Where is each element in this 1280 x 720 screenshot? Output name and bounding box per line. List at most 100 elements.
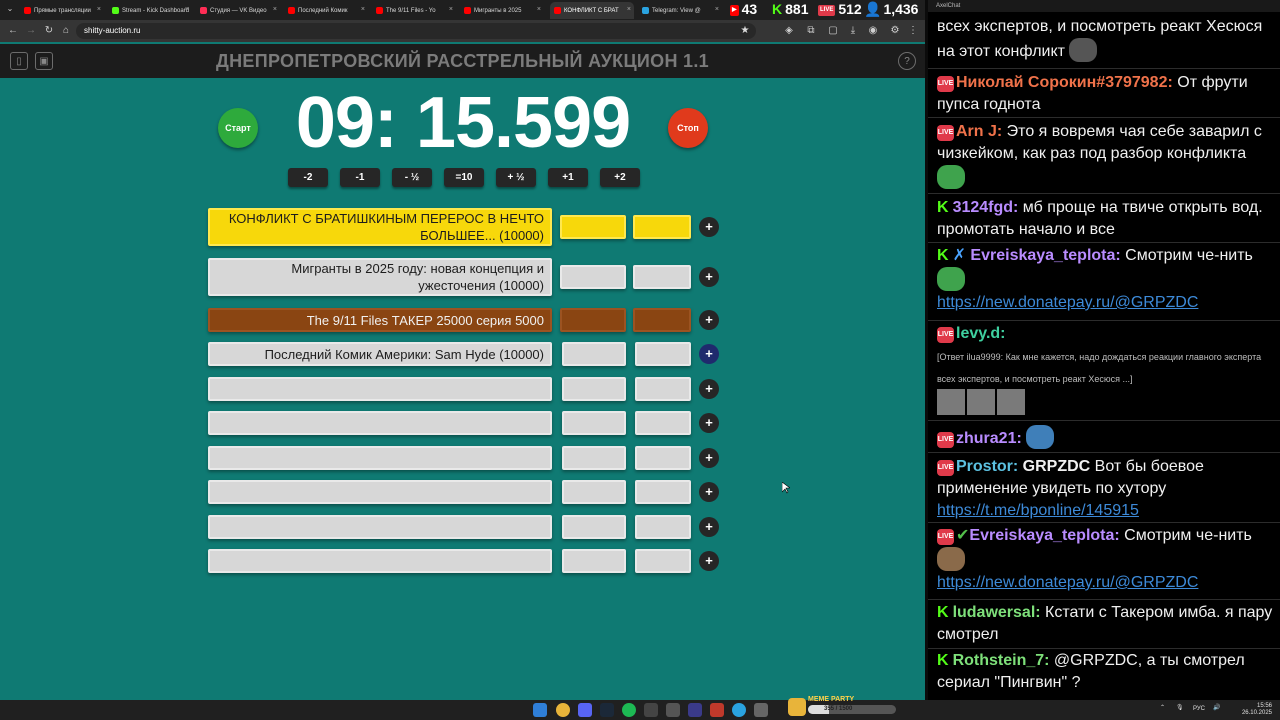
app-icon[interactable] xyxy=(754,703,768,717)
lot-amount-field[interactable] xyxy=(562,515,626,539)
volume-icon[interactable]: 🔊 xyxy=(1213,705,1220,712)
browser-tab[interactable]: Мигранты в 2025 × xyxy=(460,2,544,19)
add-to-lot-button[interactable]: + xyxy=(699,310,719,330)
time-minus-half-button[interactable]: - ½ xyxy=(392,168,432,187)
lot-amount-field[interactable] xyxy=(562,446,626,470)
extensions-icon[interactable]: ▢ xyxy=(826,24,840,38)
forward-icon[interactable]: → xyxy=(24,24,38,38)
start-button[interactable]: Старт xyxy=(218,108,258,148)
close-icon[interactable]: × xyxy=(97,6,101,13)
lot-add-amount-field[interactable] xyxy=(633,308,691,332)
stop-button[interactable]: Стоп xyxy=(668,108,708,148)
chat-message: LIVE Arn J: Это я вовремя чая себе завари… xyxy=(937,121,1275,190)
lot-add-amount-field[interactable] xyxy=(635,515,691,539)
obs-icon[interactable] xyxy=(644,703,658,717)
add-to-lot-button[interactable]: + xyxy=(699,448,719,468)
lot-amount-field[interactable] xyxy=(562,549,626,573)
telegram-icon[interactable] xyxy=(732,703,746,717)
reload-icon[interactable]: ↻ xyxy=(42,24,56,38)
add-to-lot-button[interactable]: + xyxy=(699,267,719,287)
time-minus-1-button[interactable]: -1 xyxy=(340,168,380,187)
lot-name-field[interactable]: КОНФЛИКТ С БРАТИШКИНЫМ ПЕРЕРОС В НЕЧТО Б… xyxy=(208,208,552,246)
browser-tab[interactable]: The 9/11 Files - Yo × xyxy=(372,2,456,19)
time-minus-2-button[interactable]: -2 xyxy=(288,168,328,187)
puzzle-icon[interactable]: ⧉ xyxy=(804,24,818,38)
lot-name-field[interactable] xyxy=(208,480,552,504)
browser-tab-active[interactable]: КОНФЛИКТ С БРАТ × xyxy=(550,2,634,19)
time-set-10-button[interactable]: =10 xyxy=(444,168,484,187)
app-icon[interactable] xyxy=(710,703,724,717)
browser-tab[interactable]: Stream - Kick Dashboard × xyxy=(108,2,192,19)
lot-name-field[interactable]: The 9/11 Files ТАКЕР 25000 серия 5000 xyxy=(208,308,552,332)
app-icon[interactable] xyxy=(688,703,702,717)
lot-add-amount-field[interactable] xyxy=(633,265,691,289)
discord-icon[interactable] xyxy=(578,703,592,717)
lot-add-amount-field[interactable] xyxy=(635,342,691,366)
browser-tab[interactable]: Студия — VK Видео × xyxy=(196,2,280,19)
browser-tab[interactable]: Последний Комик × xyxy=(284,2,368,19)
lot-name-field[interactable] xyxy=(208,411,552,435)
help-button[interactable]: ? xyxy=(898,52,916,70)
add-to-lot-button[interactable]: + xyxy=(699,217,719,237)
steam-icon[interactable] xyxy=(600,703,614,717)
add-to-lot-button[interactable]: + xyxy=(699,379,719,399)
lot-amount-field[interactable] xyxy=(560,215,626,239)
close-icon[interactable]: × xyxy=(449,6,453,13)
add-to-lot-button[interactable]: + xyxy=(699,551,719,571)
bookmark-star-icon[interactable]: ★ xyxy=(738,24,752,38)
lot-name-field[interactable] xyxy=(208,377,552,401)
url-field[interactable]: shitty-auction.ru xyxy=(76,23,756,39)
lot-amount-field[interactable] xyxy=(560,308,626,332)
lot-amount-field[interactable] xyxy=(562,411,626,435)
lot-add-amount-field[interactable] xyxy=(635,549,691,573)
microphone-icon[interactable]: 🎙 xyxy=(1176,705,1184,712)
tab-search-icon[interactable]: ⌄ xyxy=(4,4,16,16)
chat-link[interactable]: https://new.donatepay.ru/@GRPZDC xyxy=(937,574,1198,591)
windows-start-icon[interactable] xyxy=(533,703,547,717)
time-plus-2-button[interactable]: +2 xyxy=(600,168,640,187)
lot-name-field[interactable] xyxy=(208,549,552,573)
lot-add-amount-field[interactable] xyxy=(635,446,691,470)
chevron-up-icon[interactable]: ⌃ xyxy=(1160,705,1165,712)
browser-tab[interactable]: Прямые трансляции × xyxy=(20,2,104,19)
back-icon[interactable]: ← xyxy=(6,24,20,38)
lot-name-field[interactable] xyxy=(208,515,552,539)
clock[interactable]: 15:56 26.10.2025 xyxy=(1238,703,1272,717)
lot-add-amount-field[interactable] xyxy=(635,377,691,401)
chat-link[interactable]: https://new.donatepay.ru/@GRPZDC xyxy=(937,294,1198,311)
time-plus-1-button[interactable]: +1 xyxy=(548,168,588,187)
lot-amount-field[interactable] xyxy=(562,342,626,366)
chat-link[interactable]: https://t.me/bponline/145915 xyxy=(937,502,1139,519)
extension-icon[interactable]: ◈ xyxy=(782,24,796,38)
close-icon[interactable]: × xyxy=(361,6,365,13)
lot-amount-field[interactable] xyxy=(560,265,626,289)
menu-icon[interactable]: ⋮ xyxy=(906,24,920,38)
lot-name-field[interactable]: Мигранты в 2025 году: новая концепция и … xyxy=(208,258,552,296)
close-icon[interactable]: × xyxy=(627,6,631,13)
profile-icon[interactable]: ◉ xyxy=(866,24,880,38)
chrome-icon[interactable] xyxy=(556,703,570,717)
browser-tab[interactable]: Telegram: View @ × xyxy=(638,2,722,19)
close-icon[interactable]: × xyxy=(537,6,541,13)
language-indicator[interactable]: РУС xyxy=(1193,706,1205,713)
close-icon[interactable]: × xyxy=(715,6,719,13)
lot-name-field[interactable] xyxy=(208,446,552,470)
close-icon[interactable]: × xyxy=(185,6,189,13)
lot-add-amount-field[interactable] xyxy=(635,411,691,435)
lot-amount-field[interactable] xyxy=(562,480,626,504)
spotify-icon[interactable] xyxy=(622,703,636,717)
download-icon[interactable]: ⤓ xyxy=(846,24,860,38)
close-icon[interactable]: × xyxy=(273,6,277,13)
lot-name-field[interactable]: Последний Комик Америки: Sam Hyde (10000… xyxy=(208,342,552,366)
settings-icon[interactable]: ⚙ xyxy=(888,24,902,38)
app-icon[interactable] xyxy=(666,703,680,717)
add-to-lot-button[interactable]: + xyxy=(699,517,719,537)
lot-amount-field[interactable] xyxy=(562,377,626,401)
home-icon[interactable]: ⌂ xyxy=(59,24,73,38)
add-to-lot-button[interactable]: + xyxy=(699,482,719,502)
lot-add-amount-field[interactable] xyxy=(633,215,691,239)
add-to-lot-button[interactable]: + xyxy=(699,413,719,433)
time-plus-half-button[interactable]: + ½ xyxy=(496,168,536,187)
lot-add-amount-field[interactable] xyxy=(635,480,691,504)
add-to-lot-button[interactable]: + xyxy=(699,344,719,364)
